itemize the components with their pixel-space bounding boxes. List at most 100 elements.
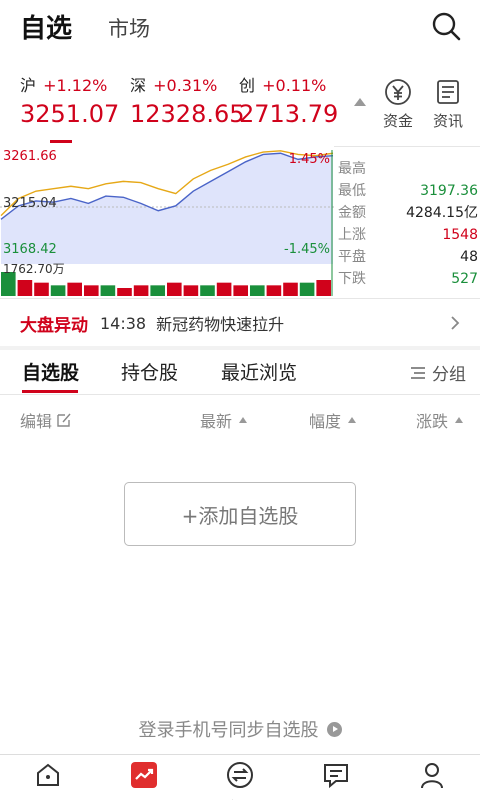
list-icon [411,366,425,379]
tab-market[interactable]: 市场 [108,13,150,43]
index-sz-value: 12328.65 [130,100,245,128]
edit-label: 编辑 [20,412,53,431]
home-icon [37,763,59,786]
volume-bar [67,282,82,296]
index-cy[interactable]: 创 +0.11% 2713.79 [239,72,349,128]
index-sh-value: 3251.07 [20,100,120,128]
chevron-right-icon [451,316,460,330]
market-alert-bar[interactable]: 大盘异动 14:38 新冠药物快速拉升 [0,300,480,346]
volume-bar [200,285,215,296]
sort-icon [348,417,357,423]
collapse-triangle-icon[interactable] [354,98,366,106]
app-screen: 自选 市场 沪 +1.12% 3251.07 深 +0.31% 12328.65… [0,0,480,800]
alert-time: 14:38 [100,313,147,333]
group-label: 分组 [432,365,466,385]
stat-value: 4284.15亿 [406,205,478,221]
index-sz[interactable]: 深 +0.31% 12328.65 [130,72,245,128]
edit-icon [57,413,71,427]
volume-bar [100,285,116,296]
chart-high-pct: 1.45% [288,152,330,167]
tab-watchlist[interactable]: 自选 [20,8,72,45]
alert-text: 新冠药物快速拉升 [156,315,285,334]
stat-row: 最低 3197.36 [338,180,478,202]
stat-row: 上涨 1548 [338,224,478,246]
index-cy-change: +0.11% [262,76,327,95]
stat-row: 金额 4284.15亿 [338,202,478,224]
column-header: 编辑 最新 幅度 涨跌 [0,400,480,436]
index-stats-panel: 最高 最低 3197.36 金额 4284.15亿 上涨 1548 平盘 48 下跌 527 [338,158,478,290]
index-sh[interactable]: 沪 +1.12% 3251.07 [20,72,130,128]
login-hint-text: 登录手机号同步自选股 [138,720,319,741]
news-quick-label: 资讯 [432,112,463,130]
index-sh-name: 沪 [20,76,37,95]
col-change-label: 涨跌 [416,412,449,431]
login-sync-hint[interactable]: 登录手机号同步自选股 [0,716,480,742]
trend-icon [131,762,157,788]
nav-trade[interactable]: 交易 [210,761,270,800]
document-icon [437,80,459,104]
nav-home[interactable]: 首页 [18,761,78,800]
stat-value: 527 [451,271,478,287]
sort-range[interactable]: 幅度 [309,408,357,432]
volume-bar [250,285,265,296]
volume-bar [299,282,315,296]
nav-news[interactable]: 资讯 [306,761,366,800]
group-button[interactable]: 分组 [410,360,466,385]
stat-key: 上涨 [338,227,366,243]
bottom-nav: 首页 行情 交易 资讯 我的 [0,754,480,800]
news-quick-button[interactable]: 资讯 [428,78,468,131]
index-sz-name: 深 [130,76,147,95]
volume-bar [167,282,182,296]
volume-bar [316,280,331,296]
fund-flow-label: 资金 [382,112,413,130]
chart-high-price: 3261.66 [3,149,57,164]
chart-low-price: 3168.42 [3,242,57,257]
col-range-label: 幅度 [309,412,342,431]
play-circle-icon [326,721,342,737]
divider [0,394,480,395]
user-icon [421,763,443,789]
sort-icon [239,417,248,423]
volume-bar [117,288,132,296]
stat-row: 平盘 48 [338,246,478,268]
volume-bar [283,282,298,296]
sort-icon [455,417,464,423]
sort-change[interactable]: 涨跌 [416,408,464,432]
trade-icon [227,762,253,788]
sort-latest[interactable]: 最新 [200,408,248,432]
nav-me[interactable]: 我的 [402,761,462,800]
tab-recent[interactable]: 最近浏览 [221,358,297,385]
divider [0,298,480,299]
stat-key: 金额 [338,205,366,221]
nav-market[interactable]: 行情 [114,761,174,800]
stat-value: 48 [460,249,478,265]
stat-row: 最高 [338,158,478,180]
volume-bar [50,285,66,296]
volume-bar [183,285,199,296]
tab-watchlist-stocks[interactable]: 自选股 [22,358,79,385]
alert-title: 大盘异动 [20,315,88,336]
tab-selected-indicator [22,390,78,393]
tab-holdings[interactable]: 持仓股 [121,358,178,385]
index-sz-change: +0.31% [153,76,218,95]
volume-bar [84,285,99,296]
list-tabs: 自选股 持仓股 最近浏览 分组 [0,350,480,394]
stat-key: 最高 [338,161,366,177]
index-intraday-chart[interactable]: 3261.66 3215.04 3168.42 1.45% -1.45% 176… [0,146,334,298]
index-sh-change: +1.12% [43,76,108,95]
chart-volume-max: 1762.70万 [3,262,65,276]
news-icon [324,764,348,789]
stat-key: 最低 [338,183,366,199]
volume-bar [150,285,165,296]
col-latest-label: 最新 [200,412,233,431]
search-icon[interactable] [430,10,462,42]
add-watchlist-button[interactable]: +添加自选股 [124,482,356,546]
chart-low-pct: -1.45% [284,242,330,257]
fund-flow-button[interactable]: 资金 [378,78,418,131]
volume-bar [34,282,49,296]
stat-value: 3197.36 [420,183,478,199]
volume-bar [216,282,232,296]
edit-button[interactable]: 编辑 [20,408,72,432]
yuan-circle-icon [385,79,411,105]
index-cy-value: 2713.79 [239,100,339,128]
